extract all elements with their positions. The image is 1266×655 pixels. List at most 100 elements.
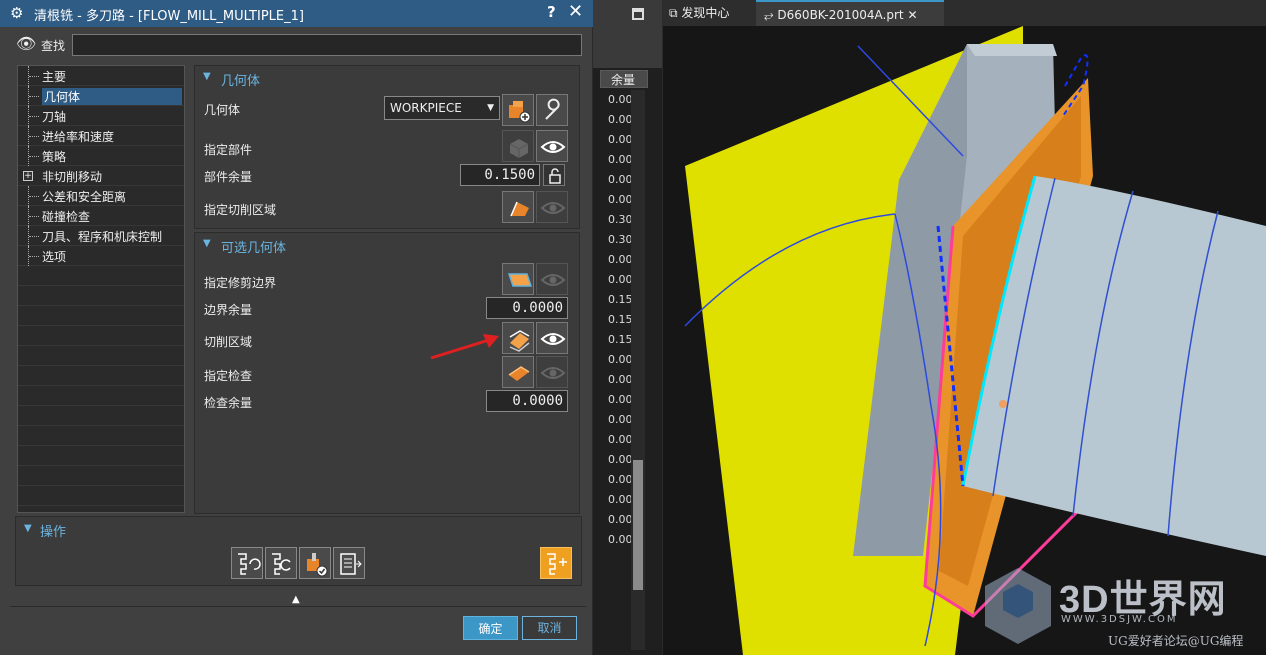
expand-plus-icon[interactable]: + [23,171,33,181]
eye-icon [540,333,566,345]
tree-item[interactable]: 公差和安全距离 [18,186,184,206]
eye-icon [540,274,566,286]
new-geometry-button[interactable] [502,94,534,126]
stock-cell: 0.00 [608,193,632,206]
tree-item[interactable]: 刀轴 [18,106,184,126]
tree-connector [29,136,39,137]
tree-empty-row [18,326,184,346]
display-trim-boundary-button[interactable] [536,263,568,295]
watermark-forum: UG爱好者论坛@UG编程 [1108,634,1244,648]
batch-process-button[interactable] [540,547,572,579]
select-check-button[interactable] [502,356,534,388]
tree-connector [29,116,39,117]
screen: 余量 0.00 0.00 0.00 0.00 0.00 0.00 0.30 0.30 0.00 0… [0,0,1266,655]
check-geometry-icon [508,366,530,381]
specify-check-label: 指定检查 [204,369,253,383]
tree-connector [29,96,39,97]
tree-empty-row [18,466,184,486]
select-part-button[interactable] [502,130,534,162]
tab-part-file[interactable]: ⥂ D660BK-201004A.prt ✕ [756,0,944,26]
trim-boundary-icon [507,273,533,287]
part-model-view[interactable] [663,26,1266,655]
stock-cell: 0.30 [608,213,632,226]
window-maximize-icon[interactable] [632,8,644,20]
display-cut-region-button[interactable] [536,322,568,354]
geometry-group-header[interactable]: ▼ 几何体 [195,66,579,90]
select-cut-area-button[interactable] [502,191,534,223]
tree-item[interactable]: 策略 [18,146,184,166]
find-input[interactable] [72,34,582,56]
cut-region-icon [509,330,530,352]
geometry-select[interactable]: WORKPIECE ▼ [384,96,500,120]
tree-item[interactable]: 进给率和速度 [18,126,184,146]
tab-close-icon[interactable]: ✕ [904,8,917,22]
close-button[interactable]: ✕ [568,1,583,22]
tab-label: 发现中心 [681,6,730,20]
part-stock-input[interactable]: 0.1500 [460,164,540,186]
tree-empty-row [18,446,184,466]
help-button[interactable]: ? [547,3,556,21]
operations-title: 操作 [40,525,67,540]
stock-cell: 0.00 [608,373,632,386]
tree-item[interactable]: 几何体 [18,86,184,106]
collapse-triangle-icon: ▼ [203,238,211,249]
tree-item[interactable]: 刀具、程序和机床控制 [18,226,184,246]
tree-connector [29,156,39,157]
tree-item[interactable]: 选项 [18,246,184,266]
boundary-stock-input[interactable]: 0.0000 [486,297,568,319]
display-cut-area-button[interactable] [536,191,568,223]
check-stock-input[interactable]: 0.0000 [486,390,568,412]
boundary-stock-label: 边界余量 [204,303,253,317]
tree-empty-row [18,346,184,366]
list-toolpath-button[interactable] [333,547,365,579]
watermark-url: WWW.3DSJW.COM [1061,614,1178,625]
tree-item[interactable]: 碰撞检查 [18,206,184,226]
replay-toolpath-button[interactable] [265,547,297,579]
gray-block-top [967,44,1057,56]
tab-discovery-center[interactable]: ⧉ 发现中心 [663,0,755,26]
unlock-icon [549,168,561,184]
stock-cell: 0.00 [608,133,632,146]
stock-cell: 0.00 [608,173,632,186]
trim-boundary-label: 指定修剪边界 [204,276,277,290]
geometry-label: 几何体 [204,103,241,117]
find-row: 👁 查找 [0,30,593,60]
part-icon [509,139,529,158]
collapse-arrow-icon[interactable]: ▲ [292,594,300,605]
display-check-button[interactable] [536,356,568,388]
optional-geometry-group: ▼ 可选几何体 指定修剪边界 边界余量 0.0000 切削区域 指定检查 检查余… [194,232,580,514]
collapse-triangle-icon: ▼ [203,71,211,82]
unlock-button[interactable] [543,164,565,186]
stock-cell: 0.00 [608,513,632,526]
gear-icon: ⚙ [10,4,24,22]
stock-column-header[interactable]: 余量 [600,70,648,88]
stock-cell: 0.00 [608,473,632,486]
edit-geometry-button[interactable] [536,94,568,126]
collapse-triangle-icon: ▼ [24,523,32,534]
verify-toolpath-button[interactable] [299,547,331,579]
tree-connector [29,196,39,197]
graphics-viewport[interactable]: ⧉ 发现中心 ⥂ D660BK-201004A.prt ✕ 3D世界网 WWW.… [663,0,1266,655]
tree-item[interactable]: 主要 [18,66,184,86]
stock-cell: 0.00 [608,153,632,166]
geometry-group-title: 几何体 [221,74,261,89]
cancel-button[interactable]: 取消 [522,616,577,640]
tree-item-label: 公差和安全距离 [42,190,127,204]
generate-toolpath-button[interactable] [231,547,263,579]
tree-item[interactable]: + 非切削移动 [18,166,184,186]
part-file-icon: ⥂ [764,8,778,22]
stock-cell: 0.00 [608,453,632,466]
optional-geometry-header[interactable]: ▼ 可选几何体 [195,233,579,257]
dialog-titlebar[interactable]: ⚙ 清根铣 - 多刀路 - [FLOW_MILL_MULTIPLE_1] ? ✕ [0,0,593,27]
stock-cell: 0.15 [608,313,632,326]
edit-cut-region-button[interactable] [502,322,534,354]
viewport-tabbar: ⧉ 发现中心 ⥂ D660BK-201004A.prt ✕ [663,0,1266,26]
table-scrollbar-thumb[interactable] [633,460,643,590]
tree-empty-row [18,266,184,286]
select-trim-boundary-button[interactable] [502,263,534,295]
ok-button[interactable]: 确定 [463,616,518,640]
optional-geometry-title: 可选几何体 [221,241,287,256]
verify-icon [307,553,328,577]
display-part-button[interactable] [536,130,568,162]
list-icon [340,553,362,575]
